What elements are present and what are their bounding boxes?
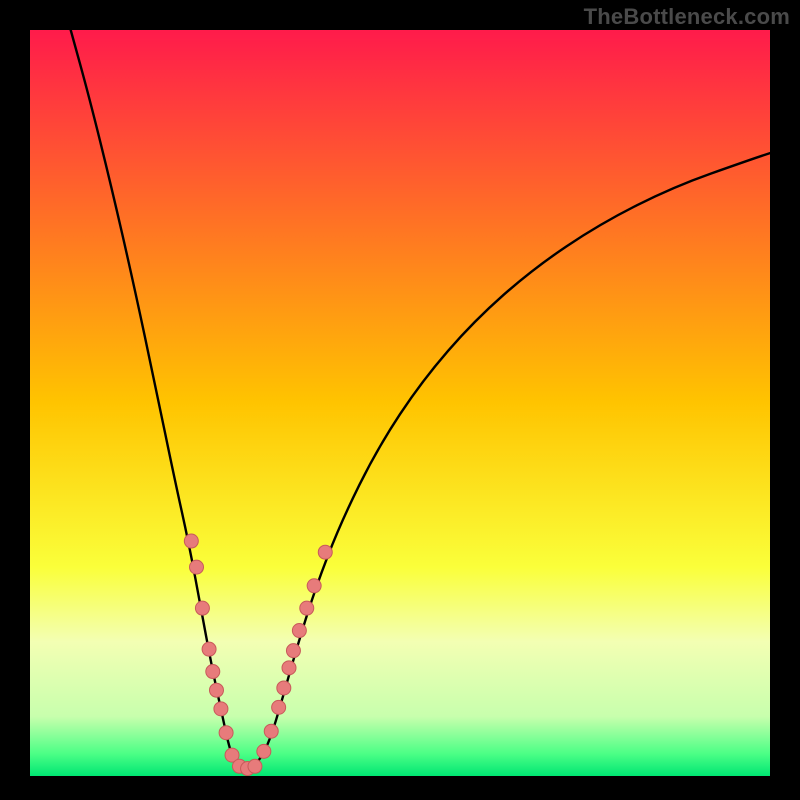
bottleneck-chart (0, 0, 800, 800)
watermark-text: TheBottleneck.com (584, 4, 790, 30)
curve-marker (248, 759, 262, 773)
curve-marker (190, 560, 204, 574)
curve-marker (277, 681, 291, 695)
curve-marker (206, 665, 220, 679)
curve-marker (286, 644, 300, 658)
curve-marker (195, 601, 209, 615)
curve-marker (209, 683, 223, 697)
curve-marker (184, 534, 198, 548)
curve-marker (318, 545, 332, 559)
curve-marker (219, 726, 233, 740)
plot-background (30, 30, 770, 776)
curve-marker (214, 702, 228, 716)
curve-marker (202, 642, 216, 656)
curve-marker (264, 724, 278, 738)
curve-marker (292, 624, 306, 638)
curve-marker (272, 700, 286, 714)
curve-marker (282, 661, 296, 675)
curve-marker (307, 579, 321, 593)
curve-marker (300, 601, 314, 615)
curve-marker (257, 744, 271, 758)
